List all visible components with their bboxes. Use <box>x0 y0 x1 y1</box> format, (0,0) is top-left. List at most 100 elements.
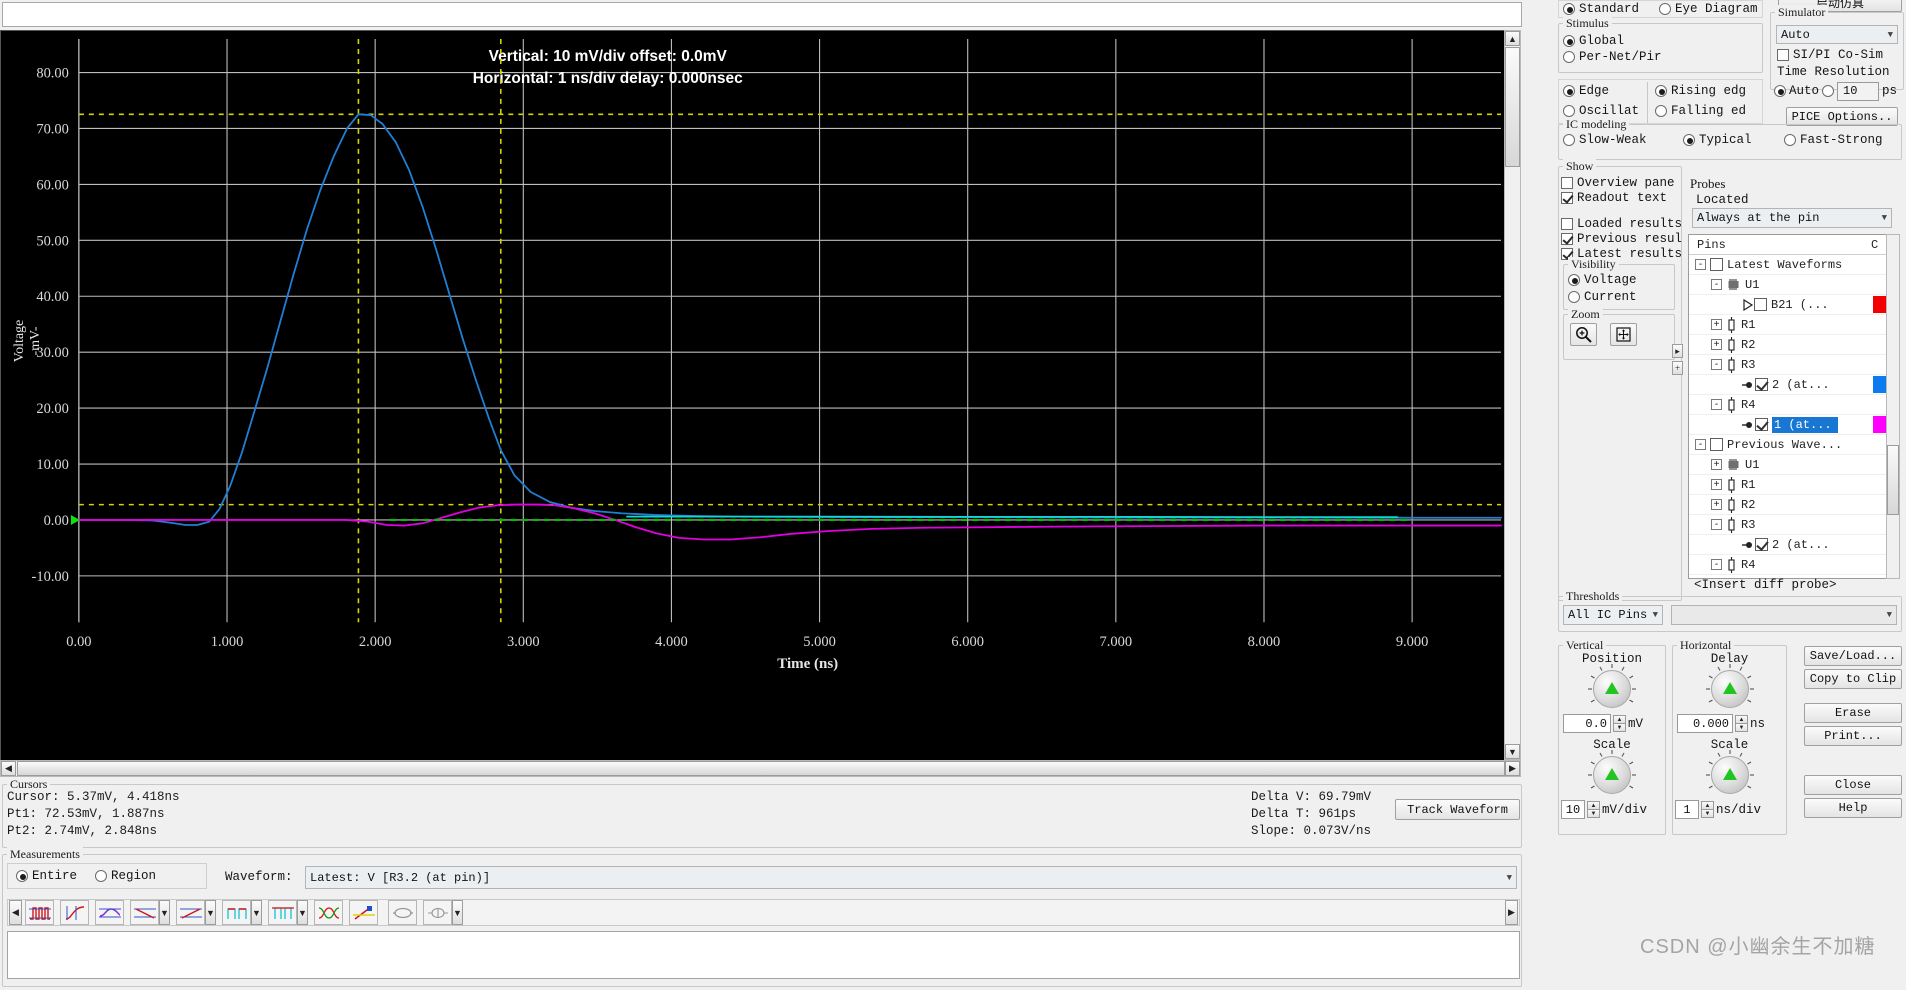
time-resolution-auto-radio[interactable] <box>1774 85 1786 97</box>
resistor-icon[interactable] <box>1726 396 1737 413</box>
resistor-icon[interactable] <box>1726 476 1737 493</box>
vertical-position-spinner[interactable]: ▲ ▼ <box>1613 715 1626 732</box>
eye-mask-dropdown[interactable]: ▼ <box>452 900 463 925</box>
cross-measure-icon[interactable] <box>176 900 205 925</box>
loop-measure-icon[interactable] <box>388 900 417 925</box>
scroll-thumb-horizontal[interactable] <box>17 761 1505 776</box>
horizontal-delay-input[interactable]: 0.000 <box>1677 714 1733 733</box>
loaded-results-checkbox[interactable]: Loaded results <box>1561 217 1682 231</box>
current-radio[interactable]: Current <box>1568 290 1637 304</box>
pins-tree[interactable]: Pins C - Latest Waveforms - U1 B21 (... + R1 + R… <box>1688 234 1900 579</box>
standard-radio[interactable]: Standard <box>1563 2 1639 16</box>
pin-check-icon[interactable] <box>1742 418 1768 431</box>
tree-expand-plus-button[interactable]: + <box>1672 361 1683 375</box>
tree-expander[interactable]: + <box>1711 459 1722 470</box>
waveform-canvas[interactable]: 80.0070.0060.0050.0040.0030.0020.0010.00… <box>1 31 1519 761</box>
copy-to-clip-button[interactable]: Copy to Clip <box>1804 669 1902 689</box>
insert-diff-probe[interactable]: <Insert diff probe> <box>1694 578 1837 592</box>
eye-mask-icon[interactable] <box>423 900 452 925</box>
fast-strong-radio[interactable]: Fast-Strong <box>1784 133 1883 147</box>
resistor-icon[interactable] <box>1726 556 1737 573</box>
time-resolution-manual-radio[interactable] <box>1822 85 1835 97</box>
scroll-thumb-vertical[interactable] <box>1505 47 1520 167</box>
tree-row[interactable]: + R1 <box>1689 475 1899 495</box>
previous-results-checkbox[interactable]: Previous resul <box>1561 232 1682 246</box>
region-radio[interactable]: Region <box>95 869 156 883</box>
resistor-icon[interactable] <box>1726 336 1737 353</box>
save-load-button[interactable]: Save/Load... <box>1804 646 1902 666</box>
tree-row[interactable]: + R2 <box>1689 495 1899 515</box>
stimulus-pernet-radio[interactable]: Per-Net/Pir <box>1563 50 1662 64</box>
tree-row[interactable]: + U1 <box>1689 455 1899 475</box>
zoom-fit-icon[interactable] <box>1610 323 1637 346</box>
toolbar-scroll-left[interactable]: ◀ <box>9 900 22 925</box>
chip-icon[interactable] <box>1726 278 1741 291</box>
tree-row[interactable]: + R1 <box>1689 315 1899 335</box>
readout-text-checkbox[interactable]: Readout text <box>1561 191 1667 205</box>
horizontal-delay-knob[interactable] <box>1705 664 1754 708</box>
erase-button[interactable]: Erase <box>1804 703 1902 723</box>
entire-radio[interactable]: Entire <box>16 869 77 883</box>
tree-row[interactable]: - U1 <box>1689 275 1899 295</box>
simulator-select[interactable]: Auto ▼ <box>1776 25 1898 44</box>
fall-measure-icon[interactable] <box>95 900 124 925</box>
thresholds-value-select[interactable]: ▼ <box>1671 605 1897 625</box>
located-select[interactable]: Always at the pin ▼ <box>1692 208 1892 228</box>
print-button[interactable]: Print... <box>1804 726 1902 746</box>
horizontal-scale-knob[interactable] <box>1705 750 1754 794</box>
tree-expander[interactable]: - <box>1695 439 1706 450</box>
edge-radio[interactable]: Edge <box>1563 84 1609 98</box>
overshoot-measure-icon[interactable] <box>222 900 251 925</box>
slope-measure-icon[interactable] <box>130 900 159 925</box>
tree-row[interactable]: - R3 <box>1689 515 1899 535</box>
tree-expander[interactable]: - <box>1695 259 1706 270</box>
tree-expand-right-button[interactable]: ▸ <box>1672 344 1683 358</box>
horizontal-delay-spinner[interactable]: ▲ ▼ <box>1735 715 1748 732</box>
plot-vertical-scrollbar[interactable]: ▲ ▼ <box>1504 30 1521 760</box>
overview-pane-checkbox[interactable]: Overview pane <box>1561 176 1675 190</box>
pin-check-icon[interactable] <box>1742 378 1768 391</box>
close-button[interactable]: Close <box>1804 775 1902 795</box>
si-pi-cosim-checkbox[interactable]: SI/PI Co-Sim <box>1777 48 1883 62</box>
zoom-in-icon[interactable] <box>1570 323 1597 346</box>
track-waveform-button[interactable]: Track Waveform <box>1395 799 1520 820</box>
vertical-scale-knob[interactable] <box>1588 750 1636 794</box>
scroll-up-button[interactable]: ▲ <box>1505 31 1520 46</box>
tree-row[interactable]: 2 (at... <box>1689 535 1899 555</box>
help-button[interactable]: Help <box>1804 798 1902 818</box>
vertical-scale-input[interactable]: 10 <box>1561 800 1585 819</box>
vertical-position-knob[interactable] <box>1588 664 1636 708</box>
resistor-icon[interactable] <box>1726 356 1737 373</box>
tree-row[interactable]: - Latest Waveforms <box>1689 255 1899 275</box>
pulse-measure-icon[interactable] <box>25 900 54 925</box>
scroll-left-button[interactable]: ◀ <box>1 761 16 776</box>
measurement-results-area[interactable] <box>7 931 1520 979</box>
horizontal-scale-input[interactable]: 1 <box>1675 800 1699 819</box>
tree-expander[interactable]: - <box>1711 399 1722 410</box>
time-resolution-input[interactable]: 10 <box>1837 81 1880 101</box>
tree-expander[interactable]: + <box>1711 499 1722 510</box>
marker-measure-icon[interactable] <box>349 900 378 925</box>
tree-row[interactable]: - R3 <box>1689 355 1899 375</box>
eye-diagram-radio[interactable]: Eye Diagram <box>1659 2 1758 16</box>
waveform-select[interactable]: Latest: V [R3.2 (at pin)] ▼ <box>305 866 1517 889</box>
width-measure-dropdown[interactable]: ▼ <box>297 900 308 925</box>
resistor-icon[interactable] <box>1726 496 1737 513</box>
tree-expander[interactable]: - <box>1711 279 1722 290</box>
pins-tree-scroll-thumb[interactable] <box>1887 445 1899 515</box>
pins-tree-body[interactable]: - Latest Waveforms - U1 B21 (... + R1 + R2- R3 2 (… <box>1689 255 1899 578</box>
measurements-toolbar[interactable]: ◀ ▼ ▼ ▼ ▼ ▼ ▶ <box>7 899 1520 926</box>
slow-weak-radio[interactable]: Slow-Weak <box>1563 133 1647 147</box>
stimulus-global-radio[interactable]: Global <box>1563 34 1624 48</box>
plot-horizontal-scrollbar[interactable]: ◀ ▶ <box>0 760 1521 777</box>
waveform-plot[interactable]: 80.00 70.00 60.00 50.00 40.00 30.00 20.00 10.00… <box>0 30 1520 761</box>
tree-row[interactable]: + R2 <box>1689 335 1899 355</box>
chip-icon[interactable] <box>1726 458 1741 471</box>
cross-measure-dropdown[interactable]: ▼ <box>205 900 216 925</box>
tree-expander[interactable]: + <box>1711 319 1722 330</box>
tree-expander[interactable]: - <box>1711 359 1722 370</box>
horizontal-scale-spinner[interactable]: ▲ ▼ <box>1701 801 1714 818</box>
tree-row[interactable]: - Previous Wave... <box>1689 435 1899 455</box>
rising-edge-radio[interactable]: Rising edg <box>1655 84 1746 98</box>
overshoot-measure-dropdown[interactable]: ▼ <box>251 900 262 925</box>
